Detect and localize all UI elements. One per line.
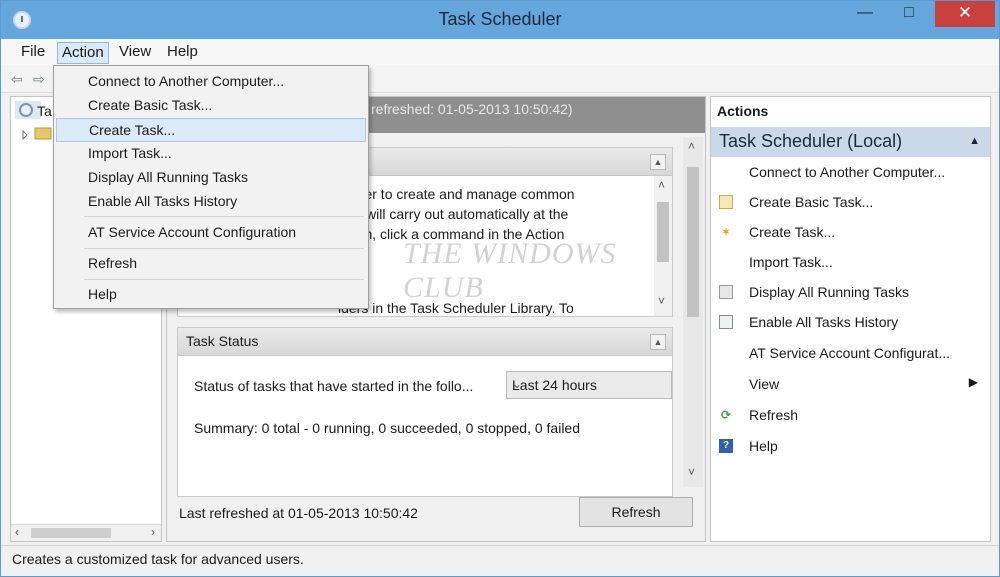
action-label: Refresh	[749, 407, 799, 423]
action-label: Connect to Another Computer...	[749, 164, 946, 180]
action-label: AT Service Account Configurat...	[749, 345, 951, 361]
collapse-icon[interactable]: ▲	[650, 334, 666, 350]
actions-group-header[interactable]: Task Scheduler (Local) ▲	[711, 127, 990, 157]
action-at-service-config[interactable]: AT Service Account Configurat...	[711, 340, 990, 368]
menu-item-connect-computer[interactable]: Connect to Another Computer...	[56, 70, 366, 94]
watermark-logo: THE WINDOWS CLUB	[403, 237, 617, 304]
overview-line: uter will carry out automatically at the	[338, 206, 569, 222]
action-import-task[interactable]: Import Task...	[711, 249, 990, 277]
action-label: Enable All Tasks History	[749, 314, 899, 330]
scrollbar-thumb[interactable]	[687, 167, 699, 317]
status-bar-text: Creates a customized task for advanced u…	[12, 551, 304, 567]
running-tasks-icon	[719, 285, 733, 299]
maximize-button[interactable]: □	[891, 1, 927, 27]
library-folder-icon	[22, 127, 52, 141]
clock-icon	[19, 103, 33, 117]
help-icon: ?	[719, 439, 733, 453]
summary-header-text: refreshed: 01-05-2013 10:50:42)	[371, 101, 573, 117]
refresh-icon: ⟳	[720, 408, 732, 422]
actions-group-label: Task Scheduler (Local)	[719, 131, 903, 151]
task-status-title: Task Status	[186, 333, 259, 349]
scroll-right-icon[interactable]: ›	[151, 525, 155, 539]
menu-file[interactable]: File	[17, 42, 49, 64]
status-period-select[interactable]: Last 24 hours ⌄	[506, 371, 672, 399]
action-label: View	[749, 376, 780, 392]
scrollbar-thumb[interactable]	[31, 528, 111, 538]
minimize-button[interactable]: —	[847, 1, 883, 27]
task-status-section: Task Status ▲ Status of tasks that have …	[177, 327, 673, 497]
task-status-header[interactable]: Task Status ▲	[178, 328, 672, 356]
scroll-down-icon[interactable]: ˅	[688, 465, 695, 479]
action-label: Import Task...	[749, 254, 833, 270]
action-display-running-tasks[interactable]: Display All Running Tasks	[711, 279, 990, 307]
submenu-arrow-icon: ▶	[968, 375, 978, 389]
tree-item-task-scheduler-library[interactable]	[21, 125, 57, 144]
action-menu-dropdown: Connect to Another Computer... Create Ba…	[53, 65, 369, 309]
status-bar: Creates a customized task for advanced u…	[1, 545, 999, 576]
summary-scrollbar[interactable]: ˄ ˅	[683, 137, 703, 487]
tree-horizontal-scrollbar[interactable]: ‹ ›	[11, 524, 161, 541]
collapse-icon[interactable]: ▲	[650, 154, 666, 170]
action-refresh[interactable]: ⟳ Refresh	[711, 402, 990, 430]
menu-item-help[interactable]: Help	[56, 283, 366, 307]
menu-help[interactable]: Help	[163, 42, 202, 64]
action-label: Create Basic Task...	[749, 194, 874, 210]
chevron-down-icon: ⌄	[512, 377, 523, 391]
task-summary-text: Summary: 0 total - 0 running, 0 succeede…	[194, 420, 581, 436]
menu-item-display-running-tasks[interactable]: Display All Running Tasks	[56, 166, 366, 190]
menu-item-create-task[interactable]: Create Task...	[56, 118, 366, 142]
actions-pane: Actions Task Scheduler (Local) ▲ Connect…	[710, 96, 991, 542]
menu-item-refresh[interactable]: Refresh	[56, 252, 366, 276]
menu-view[interactable]: View	[115, 42, 155, 64]
menu-bar: File Action View Help	[1, 39, 999, 65]
forward-arrow-icon[interactable]: ⇨	[33, 71, 45, 88]
close-button[interactable]: ✕	[935, 1, 995, 27]
action-view[interactable]: View ▶	[711, 371, 990, 399]
menu-action[interactable]: Action	[57, 42, 109, 64]
action-label: Display All Running Tasks	[749, 284, 910, 300]
menu-separator	[84, 248, 364, 249]
collapse-icon[interactable]: ▲	[969, 135, 980, 147]
action-connect-computer[interactable]: Connect to Another Computer...	[711, 159, 990, 187]
menu-separator	[84, 279, 364, 280]
tree-item-task-scheduler-local[interactable]: Ta	[15, 101, 52, 119]
overview-text: eduler to create and manage common uter …	[338, 184, 658, 244]
actions-title: Actions	[717, 103, 769, 119]
action-create-task[interactable]: ✶ Create Task...	[711, 219, 990, 247]
scroll-up-icon[interactable]: ˄	[688, 139, 695, 153]
action-help[interactable]: ? Help	[711, 433, 990, 461]
history-icon	[719, 315, 733, 329]
scroll-left-icon[interactable]: ‹	[15, 525, 19, 539]
title-bar[interactable]: Task Scheduler — □ ✕	[1, 1, 999, 39]
action-label: Help	[749, 438, 778, 454]
back-arrow-icon[interactable]: ⇦	[11, 71, 23, 88]
action-enable-history[interactable]: Enable All Tasks History	[711, 309, 990, 337]
menu-item-import-task[interactable]: Import Task...	[56, 142, 366, 166]
status-filter-label: Status of tasks that have started in the…	[194, 378, 474, 394]
action-label: Create Task...	[749, 224, 836, 240]
last-refreshed-text: Last refreshed at 01-05-2013 10:50:42	[179, 505, 418, 521]
create-task-icon: ✶	[720, 225, 732, 239]
action-create-basic-task[interactable]: Create Basic Task...	[711, 189, 990, 217]
overview-line: eduler to create and manage common	[338, 186, 575, 202]
tree-item-label: Ta	[37, 103, 52, 119]
menu-item-at-service-config[interactable]: AT Service Account Configuration	[56, 221, 366, 245]
refresh-button[interactable]: Refresh	[579, 497, 693, 527]
task-scheduler-window: Task Scheduler — □ ✕ File Action View He…	[0, 0, 1000, 577]
create-basic-task-icon	[719, 195, 733, 209]
menu-item-create-basic-task[interactable]: Create Basic Task...	[56, 94, 366, 118]
menu-separator	[84, 216, 364, 217]
scroll-up-icon[interactable]: ˄	[658, 178, 665, 192]
menu-item-enable-history[interactable]: Enable All Tasks History	[56, 190, 366, 214]
